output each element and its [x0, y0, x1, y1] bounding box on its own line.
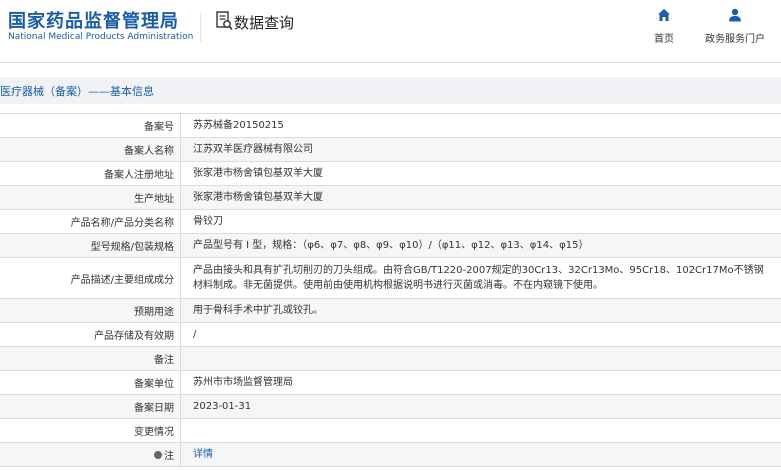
nav-home[interactable]: 首页 — [648, 8, 680, 45]
data-query-icon — [216, 11, 233, 35]
data-query-title: 数据查询 — [234, 14, 295, 32]
home-icon — [648, 8, 680, 25]
row-value: 张家港市杨舍镇包基双羊大厦 — [193, 168, 323, 179]
breadcrumb: 医疗器械（备案）——基本信息 — [0, 85, 154, 98]
detail-table: 备案号 苏苏械备20150215 备案人名称 江苏双羊医疗器械有限公司 备案人注… — [0, 113, 781, 467]
details-link[interactable]: 详情 — [193, 447, 213, 462]
row-value — [181, 347, 781, 370]
table-row: 生产地址 张家港市杨舍镇包基双羊大厦 — [0, 186, 781, 210]
site-header: 国家药品监督管理局 National Medical Products Admi… — [0, 0, 781, 62]
site-logo-cn[interactable]: 国家药品监督管理局 — [8, 7, 179, 33]
table-row: 备案单位 苏州市市场监督管理局 — [0, 371, 781, 395]
table-row: 备案号 苏苏械备20150215 — [0, 114, 781, 138]
row-value: 江苏双羊医疗器械有限公司 — [193, 144, 313, 155]
header-divider — [200, 12, 201, 42]
row-label: 产品名称/产品分类名称 — [0, 210, 181, 233]
note-bullet-icon — [154, 450, 162, 459]
nav-portal-label: 政务服务门户 — [705, 34, 765, 45]
breadcrumb-bar: 医疗器械（备案）——基本信息 — [0, 77, 781, 104]
row-label: 型号规格/包装规格 — [0, 234, 181, 257]
row-label: 备案号 — [0, 114, 181, 137]
row-value: 骨铰刀 — [193, 216, 223, 227]
table-row: 备案人名称 江苏双羊医疗器械有限公司 — [0, 138, 781, 162]
table-row: 产品名称/产品分类名称 骨铰刀 — [0, 210, 781, 234]
header-border — [0, 62, 781, 63]
nav-service-portal[interactable]: 政务服务门户 — [700, 8, 770, 45]
row-value: 张家港市杨舍镇包基双羊大厦 — [193, 192, 323, 203]
row-label: 变更情况 — [0, 419, 181, 442]
table-row: 备案人注册地址 张家港市杨舍镇包基双羊大厦 — [0, 162, 781, 186]
row-value: 用于骨科手术中扩孔或铰孔。 — [193, 305, 323, 316]
table-row: 产品存储及有效期 / — [0, 323, 781, 347]
row-value: 产品由接头和具有扩孔切削刃的刀头组成。由符合GB/T1220-2007规定的30… — [193, 265, 764, 291]
table-row: 注 详情 — [0, 443, 781, 467]
note-label: 注 — [164, 451, 174, 462]
row-value — [181, 419, 781, 442]
table-row: 产品描述/主要组成成分 产品由接头和具有扩孔切削刃的刀头组成。由符合GB/T12… — [0, 258, 781, 299]
row-label: 产品描述/主要组成成分 — [0, 258, 181, 298]
row-label: 备注 — [0, 347, 181, 370]
user-icon — [700, 8, 770, 25]
row-label: 备案日期 — [0, 395, 181, 418]
row-label: 产品存储及有效期 — [0, 323, 181, 346]
row-label: 备案人名称 — [0, 138, 181, 161]
row-label: 备案人注册地址 — [0, 162, 181, 185]
site-logo-en[interactable]: National Medical Products Administration — [8, 32, 193, 42]
row-value: 产品型号有 I 型，规格：（φ6、φ7、φ8、φ9、φ10）/（φ11、φ12、… — [193, 240, 589, 251]
row-value: 苏苏械备20150215 — [193, 120, 284, 131]
row-label: 备案单位 — [0, 371, 181, 394]
row-label-note: 注 — [0, 443, 181, 466]
table-row: 备案日期 2023-01-31 — [0, 395, 781, 419]
nav-home-label: 首页 — [654, 34, 674, 45]
table-row: 预期用途 用于骨科手术中扩孔或铰孔。 — [0, 299, 781, 323]
table-row: 型号规格/包装规格 产品型号有 I 型，规格：（φ6、φ7、φ8、φ9、φ10）… — [0, 234, 781, 258]
table-row: 变更情况 — [0, 419, 781, 443]
row-value: / — [193, 329, 197, 340]
row-label: 预期用途 — [0, 299, 181, 322]
row-value: 苏州市市场监督管理局 — [193, 377, 293, 388]
row-label: 生产地址 — [0, 186, 181, 209]
row-value: 2023-01-31 — [193, 401, 252, 412]
table-row: 备注 — [0, 347, 781, 371]
row-value-note: 详情 — [181, 443, 781, 466]
